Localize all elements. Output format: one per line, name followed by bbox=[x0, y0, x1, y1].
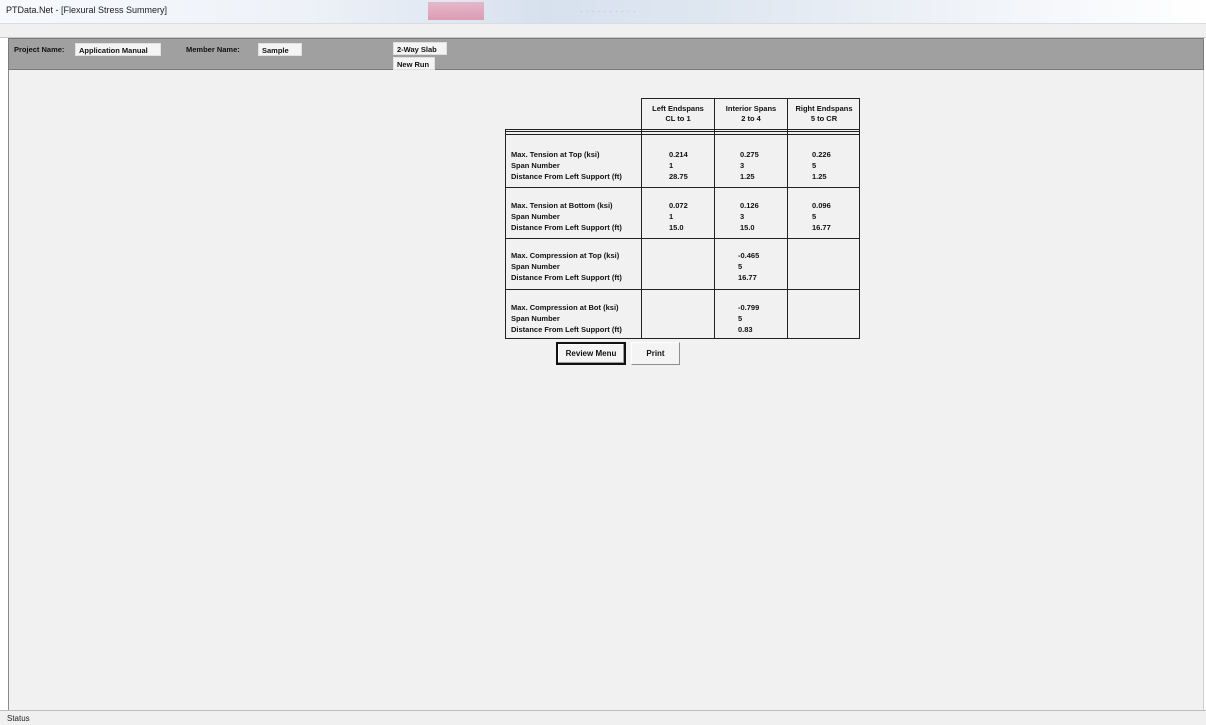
cell-value: 28.75 bbox=[669, 172, 688, 181]
table-cell: 0.126 3 15.0 bbox=[740, 200, 759, 233]
column-title: Left Endspans bbox=[652, 104, 704, 113]
menu-strip bbox=[0, 24, 1206, 38]
row-labels: Max. Tension at Top (ksi) Span Number Di… bbox=[511, 149, 622, 182]
table-double-rule bbox=[506, 131, 859, 135]
cell-value: 15.0 bbox=[740, 223, 755, 232]
run-type-field[interactable]: New Run bbox=[393, 57, 435, 70]
cell-value: 16.77 bbox=[738, 273, 757, 282]
row-labels: Max. Tension at Bottom (ksi) Span Number… bbox=[511, 200, 622, 233]
row-separator bbox=[506, 187, 859, 188]
cell-value: 5 bbox=[738, 262, 743, 271]
cell-value: 1.25 bbox=[812, 172, 827, 181]
column-range: CL to 1 bbox=[665, 114, 691, 123]
window-title: PTData.Net - [Flexural Stress Summery] bbox=[6, 5, 168, 15]
cell-value: 3 bbox=[740, 161, 745, 170]
content-area: Left Endspans CL to 1 Interior Spans 2 t… bbox=[8, 70, 1204, 710]
cell-value: 15.0 bbox=[669, 223, 684, 232]
row-label: Distance From Left Support (ft) bbox=[511, 325, 622, 334]
table-body: Max. Tension at Top (ksi) Span Number Di… bbox=[505, 129, 860, 339]
slab-type-field[interactable]: 2-Way Slab bbox=[393, 42, 447, 55]
cell-value: 1.25 bbox=[740, 172, 755, 181]
column-divider bbox=[714, 130, 715, 338]
print-button[interactable]: Print bbox=[631, 342, 680, 365]
flexural-stress-table: Left Endspans CL to 1 Interior Spans 2 t… bbox=[505, 98, 860, 339]
row-labels: Max. Compression at Top (ksi) Span Numbe… bbox=[511, 250, 622, 283]
column-divider bbox=[787, 130, 788, 338]
row-separator bbox=[506, 289, 859, 290]
member-name-field[interactable]: Sample bbox=[258, 43, 302, 56]
column-title: Right Endspans bbox=[795, 104, 853, 113]
project-name-label: Project Name: bbox=[14, 45, 65, 54]
taskbar-highlight bbox=[428, 2, 484, 20]
cell-value: 0.214 bbox=[669, 150, 688, 159]
column-title: Interior Spans bbox=[725, 104, 777, 113]
row-separator bbox=[506, 238, 859, 239]
table-cell: 0.096 5 16.77 bbox=[812, 200, 831, 233]
table-cell: 0.275 3 1.25 bbox=[740, 149, 759, 182]
cell-value: 0.83 bbox=[738, 325, 753, 334]
row-label: Max. Compression at Bot (ksi) bbox=[511, 303, 619, 312]
cell-value: 5 bbox=[812, 212, 817, 221]
table-cell: -0.799 5 0.83 bbox=[738, 302, 759, 335]
row-label: Distance From Left Support (ft) bbox=[511, 273, 622, 282]
project-name-field[interactable]: Application Manual bbox=[75, 43, 161, 56]
row-label: Span Number bbox=[511, 314, 560, 323]
cell-value: -0.465 bbox=[738, 251, 760, 260]
row-label: Max. Compression at Top (ksi) bbox=[511, 251, 620, 260]
member-name-label: Member Name: bbox=[186, 45, 240, 54]
row-label: Distance From Left Support (ft) bbox=[511, 223, 622, 232]
cell-value: 0.072 bbox=[669, 201, 688, 210]
row-label: Max. Tension at Bottom (ksi) bbox=[511, 201, 613, 210]
row-label: Span Number bbox=[511, 212, 560, 221]
cell-value: 0.275 bbox=[740, 150, 759, 159]
table-cell: 0.072 1 15.0 bbox=[669, 200, 688, 233]
column-header-row: Left Endspans CL to 1 Interior Spans 2 t… bbox=[641, 98, 860, 130]
column-header-left-endspans: Left Endspans CL to 1 bbox=[642, 99, 714, 130]
header-bar: Project Name: Application Manual Member … bbox=[8, 38, 1204, 70]
column-divider bbox=[641, 130, 642, 338]
cell-value: 1 bbox=[669, 161, 674, 170]
review-menu-button[interactable]: Review Menu bbox=[556, 342, 626, 365]
cell-value: 16.77 bbox=[812, 223, 831, 232]
row-labels: Max. Compression at Bot (ksi) Span Numbe… bbox=[511, 302, 622, 335]
cell-value: 0.096 bbox=[812, 201, 831, 210]
cell-value: 5 bbox=[812, 161, 817, 170]
cell-value: 0.126 bbox=[740, 201, 759, 210]
background-window-text: · · · · · · · · · · bbox=[580, 7, 637, 16]
cell-value: -0.799 bbox=[738, 303, 760, 312]
cell-value: 3 bbox=[740, 212, 745, 221]
table-cell: -0.465 5 16.77 bbox=[738, 250, 759, 283]
row-label: Max. Tension at Top (ksi) bbox=[511, 150, 600, 159]
row-label: Distance From Left Support (ft) bbox=[511, 172, 622, 181]
column-range: 5 to CR bbox=[810, 114, 838, 123]
table-cell: 0.214 1 28.75 bbox=[669, 149, 688, 182]
title-bar: PTData.Net - [Flexural Stress Summery] ·… bbox=[0, 0, 1206, 24]
row-label: Span Number bbox=[511, 161, 560, 170]
column-range: 2 to 4 bbox=[741, 114, 761, 123]
cell-value: 5 bbox=[738, 314, 743, 323]
column-header-right-endspans: Right Endspans 5 to CR bbox=[788, 99, 860, 130]
app-window: PTData.Net - [Flexural Stress Summery] ·… bbox=[0, 0, 1206, 725]
cell-value: 0.226 bbox=[812, 150, 831, 159]
row-label: Span Number bbox=[511, 262, 560, 271]
column-header-interior-spans: Interior Spans 2 to 4 bbox=[715, 99, 787, 130]
table-cell: 0.226 5 1.25 bbox=[812, 149, 831, 182]
status-text: Status bbox=[7, 714, 30, 723]
status-bar: Status bbox=[0, 710, 1206, 725]
cell-value: 1 bbox=[669, 212, 674, 221]
